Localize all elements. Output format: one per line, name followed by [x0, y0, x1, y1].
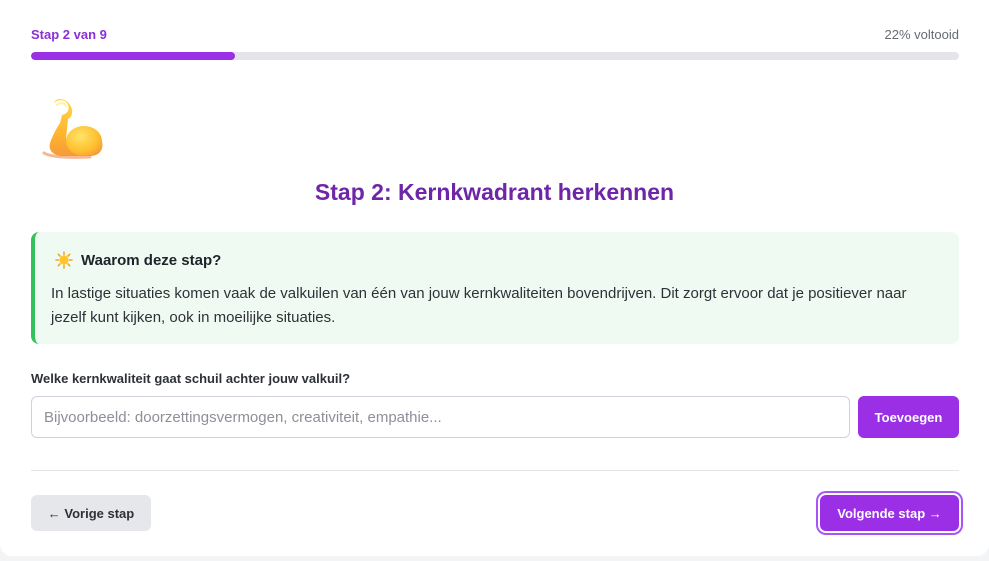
progress-header: Stap 2 van 9 22% voltooid: [31, 27, 959, 43]
add-button[interactable]: Toevoegen: [858, 396, 959, 438]
next-step-button[interactable]: Volgende stap →: [820, 495, 959, 531]
info-text: In lastige situaties komen vaak de valku…: [51, 285, 907, 326]
core-quality-input[interactable]: [31, 396, 850, 438]
step-counter: Stap 2 van 9: [31, 27, 107, 42]
question-label: Welke kernkwaliteit gaat schuil achter j…: [31, 371, 351, 386]
progress-percent: 22% voltooid: [884, 27, 959, 42]
progress-bar: [31, 52, 959, 60]
flexed-biceps-icon: [40, 97, 106, 159]
sun-icon: [55, 251, 73, 269]
info-heading: Waarom deze stap?: [55, 251, 221, 269]
previous-step-button[interactable]: ← Vorige stap: [31, 495, 151, 531]
why-this-step-box: Waarom deze stap? In lastige situaties k…: [31, 232, 959, 344]
info-title: Waarom deze stap?: [81, 251, 222, 269]
divider: [31, 470, 959, 471]
progress-bar-fill: [31, 52, 236, 60]
step-card: Stap 2 van 9 22% voltooid Stap 2: Kernkw…: [0, 0, 989, 556]
page-title: Stap 2: Kernkwadrant herkennen: [314, 179, 675, 205]
